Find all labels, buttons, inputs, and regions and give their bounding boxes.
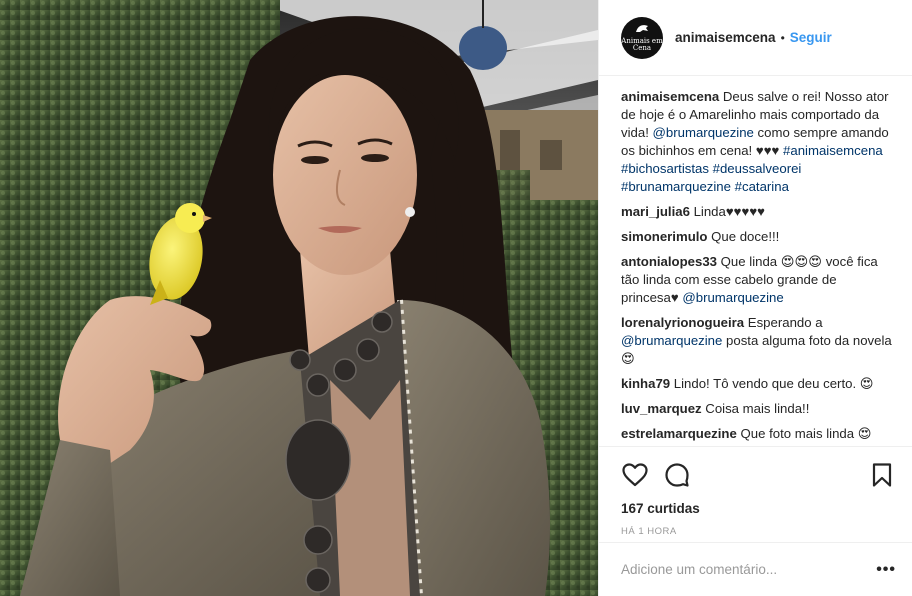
comment-mention[interactable]: @brumarquezine (682, 290, 783, 305)
header-separator: • (780, 30, 785, 45)
bookmark-icon (872, 463, 892, 487)
hashtag[interactable]: #deussalveorei (713, 161, 802, 176)
comments-list[interactable]: animaisemcena Deus salve o rei! Nosso at… (599, 76, 912, 446)
list-item: antonialopes33 Que linda 😍😍😍 você fica t… (621, 253, 896, 307)
comment-icon (665, 463, 689, 487)
post-sidebar: Animais em Cena animaisemcena • Seguir a… (598, 0, 912, 596)
add-comment-bar: ••• (599, 542, 912, 596)
hashtag[interactable]: #animaisemcena (783, 143, 883, 158)
caption: animaisemcena Deus salve o rei! Nosso at… (621, 88, 896, 196)
comment-username[interactable]: luv_marquez (621, 401, 702, 416)
comment-username[interactable]: lorenalyrionogueira (621, 315, 744, 330)
comment-input[interactable] (621, 562, 877, 577)
animal-logo-icon (636, 24, 648, 32)
comment-username[interactable]: estrelamarquezine (621, 426, 737, 441)
comment-username[interactable]: simonerimulo (621, 229, 707, 244)
list-item: estrelamarquezine Que foto mais linda 😍 (621, 425, 896, 443)
comment-username[interactable]: kinha79 (621, 376, 670, 391)
like-count[interactable]: 167 curtidas (621, 501, 896, 516)
comment-text: Esperando a (744, 315, 823, 330)
comment-text: Lindo! Tô vendo que deu certo. 😍 (670, 376, 874, 391)
caption-mention[interactable]: @brumarquezine (653, 125, 754, 140)
save-button[interactable] (868, 461, 896, 489)
list-item: kinha79 Lindo! Tô vendo que deu certo. 😍 (621, 375, 896, 393)
post-username[interactable]: animaisemcena (675, 30, 776, 45)
comment-username[interactable]: antonialopes33 (621, 254, 717, 269)
instagram-post: Animais em Cena animaisemcena • Seguir a… (0, 0, 912, 596)
comment-username[interactable]: mari_julia6 (621, 204, 690, 219)
list-item: luv_marquez Coisa mais linda!! (621, 400, 896, 418)
post-photo[interactable] (0, 0, 598, 596)
post-timestamp[interactable]: HÁ 1 HORA (621, 526, 896, 537)
list-item: simonerimulo Que doce!!! (621, 228, 896, 246)
action-icons (621, 455, 896, 495)
hashtag[interactable]: #bichosartistas (621, 161, 709, 176)
hashtag[interactable]: #catarina (735, 179, 789, 194)
list-item: lorenalyrionogueira Esperando a @brumarq… (621, 314, 896, 368)
avatar-logo-text: Animais em Cena (621, 36, 663, 52)
comment-button[interactable] (663, 461, 691, 489)
comment-text: Linda♥♥♥♥♥ (689, 204, 765, 219)
avatar[interactable]: Animais em Cena (621, 16, 663, 59)
comment-text: Que doce!!! (707, 229, 780, 244)
caption-username[interactable]: animaisemcena (621, 89, 719, 104)
follow-button[interactable]: Seguir (790, 30, 832, 45)
photo-illustration (0, 0, 598, 596)
hashtag[interactable]: #brunamarquezine (621, 179, 731, 194)
heart-icon (622, 463, 648, 487)
list-item: mari_julia6 Linda♥♥♥♥♥ (621, 203, 896, 221)
like-button[interactable] (621, 461, 649, 489)
comment-mention[interactable]: @brumarquezine (621, 333, 722, 348)
more-options-icon[interactable]: ••• (876, 561, 896, 579)
comment-text: Que foto mais linda 😍 (736, 426, 872, 441)
post-header: Animais em Cena animaisemcena • Seguir (599, 0, 912, 76)
comment-text: Coisa mais linda!! (701, 401, 810, 416)
